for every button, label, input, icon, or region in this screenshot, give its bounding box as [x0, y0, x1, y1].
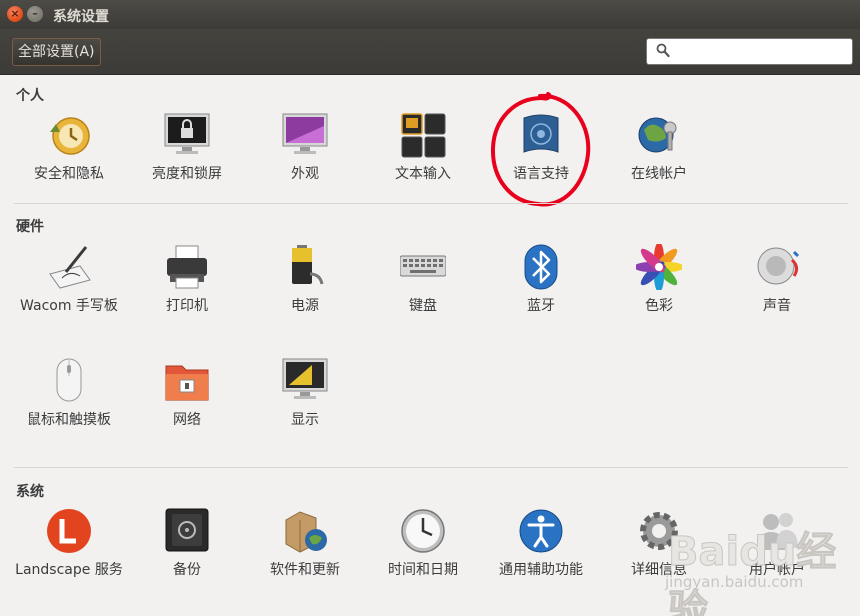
- item-label: 详细信息: [631, 562, 687, 578]
- close-window-button[interactable]: ×: [7, 6, 23, 22]
- item-label: 通用辅助功能: [499, 562, 583, 578]
- minimize-window-button[interactable]: –: [27, 6, 43, 22]
- section-divider: [14, 467, 848, 468]
- item-label: 电源: [291, 298, 319, 314]
- section-divider: [14, 203, 848, 204]
- item-label: 安全和隐私: [34, 166, 104, 182]
- backup-icon: [165, 508, 209, 552]
- all-settings-button[interactable]: 全部设置(A): [12, 38, 101, 66]
- color-icon: [636, 244, 682, 290]
- mouse-touchpad-icon: [56, 358, 82, 402]
- item-label: 显示: [291, 412, 319, 428]
- item-label: 备份: [173, 562, 201, 578]
- keyboard-icon: [400, 255, 446, 277]
- printer-icon: [167, 245, 207, 289]
- item-label: 鼠标和触摸板: [27, 412, 111, 428]
- item-label: 用户帐户: [749, 562, 805, 578]
- landscape-service-icon: [47, 509, 91, 553]
- item-label: 在线帐户: [631, 166, 687, 182]
- item-label: 打印机: [166, 298, 208, 314]
- sound-icon: [757, 247, 800, 285]
- item-label: Wacom 手写板: [20, 298, 118, 314]
- item-label: 语言支持: [513, 166, 569, 182]
- text-entry-icon: [401, 113, 446, 158]
- section-title-hardware: 硬件: [16, 219, 44, 235]
- appearance-icon: [282, 113, 328, 154]
- network-icon: [165, 365, 209, 401]
- item-label: 色彩: [645, 298, 673, 314]
- item-label: 蓝牙: [527, 298, 555, 314]
- section-title-personal: 个人: [16, 88, 44, 104]
- bluetooth-icon: [524, 244, 558, 290]
- window-title: 系统设置: [53, 9, 109, 25]
- item-label: 亮度和锁屏: [152, 166, 222, 182]
- details-icon: [640, 512, 678, 550]
- item-label: Landscape 服务: [15, 562, 123, 578]
- search-input[interactable]: [646, 38, 853, 65]
- section-title-system: 系统: [16, 484, 44, 500]
- title-bar: × – 系统设置: [0, 0, 860, 29]
- item-label: 键盘: [409, 298, 437, 314]
- toolbar: 全部设置(A): [0, 29, 860, 75]
- user-accounts-icon: [757, 513, 798, 550]
- time-date-icon: [401, 509, 445, 553]
- item-label: 外观: [291, 166, 319, 182]
- brightness-lock-icon: [164, 113, 210, 154]
- item-label: 文本输入: [395, 166, 451, 182]
- search-icon: [656, 43, 670, 58]
- universal-access-icon: [519, 509, 563, 553]
- security-privacy-icon: [50, 117, 90, 155]
- item-label: 网络: [173, 412, 201, 428]
- item-label: 声音: [763, 298, 791, 314]
- power-icon: [292, 245, 324, 285]
- wacom-tablet-icon: [49, 246, 91, 289]
- item-label: 时间和日期: [388, 562, 458, 578]
- online-accounts-icon: [638, 117, 677, 153]
- item-label: 软件和更新: [270, 562, 340, 578]
- display-icon: [282, 358, 328, 399]
- software-updates-icon: [285, 511, 327, 553]
- language-support-icon: [523, 114, 559, 153]
